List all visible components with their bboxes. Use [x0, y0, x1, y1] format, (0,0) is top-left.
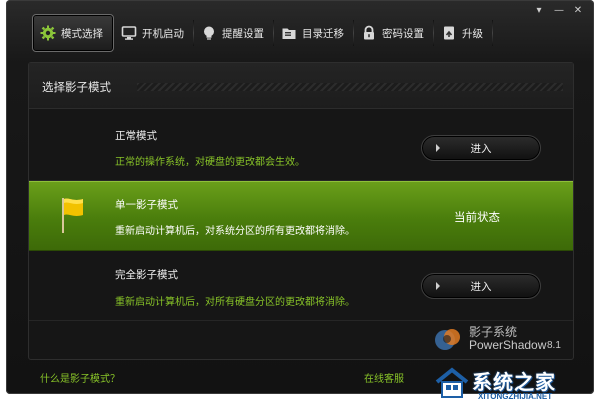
- mode-description: 重新启动计算机后，对所有硬盘分区的更改都将消除。: [115, 297, 355, 308]
- close-icon[interactable]: ✕: [572, 5, 584, 17]
- menu-icon[interactable]: ▾: [533, 5, 545, 17]
- mode-row-normal: 正常模式 正常的操作系统，对硬盘的更改都会生效。 进入: [29, 111, 573, 181]
- logo-text-en: PowerShadow: [469, 338, 547, 352]
- minimize-icon[interactable]: —: [553, 5, 565, 17]
- mode-name: 正常模式: [115, 130, 157, 142]
- panel-title: 选择影子模式: [42, 80, 111, 94]
- button-label: 进入: [470, 142, 492, 155]
- lock-icon: [360, 24, 378, 42]
- folder-icon: [280, 24, 298, 42]
- mode-name: 完全影子模式: [115, 269, 178, 281]
- tab-upgrade[interactable]: 升级: [434, 14, 493, 52]
- app-window: ▾ — ✕ 模式选择 开机启动 提醒设置 目录迁移 密码设置 升级 选择影子模式…: [6, 0, 594, 394]
- tab-label: 密码设置: [382, 27, 424, 40]
- powershadow-logo: 影子系统 PowerShadow 8.1: [431, 321, 571, 357]
- tab-bar: 模式选择 开机启动 提醒设置 目录迁移 密码设置 升级: [32, 14, 493, 52]
- watermark: 系统之家 XITONGZHIJIA.NET: [426, 362, 596, 406]
- online-support-link[interactable]: 在线客服: [364, 370, 404, 385]
- tab-password[interactable]: 密码设置: [354, 14, 434, 52]
- header-decoration: [137, 83, 563, 91]
- house-icon: [434, 366, 470, 400]
- logo-version: 8.1: [547, 340, 561, 351]
- tab-label: 目录迁移: [302, 27, 344, 40]
- enter-full-mode-button[interactable]: 进入: [421, 273, 541, 299]
- play-icon: [436, 144, 440, 152]
- tab-label: 提醒设置: [222, 27, 264, 40]
- tab-reminder[interactable]: 提醒设置: [194, 14, 274, 52]
- play-icon: [436, 282, 440, 290]
- flag-icon: [59, 196, 85, 234]
- monitor-icon: [120, 24, 138, 42]
- tab-label: 升级: [462, 27, 483, 40]
- tab-label: 开机启动: [142, 27, 184, 40]
- current-status-label: 当前状态: [454, 210, 500, 224]
- tab-mode-select[interactable]: 模式选择: [32, 14, 114, 52]
- mode-panel: 选择影子模式 正常模式 正常的操作系统，对硬盘的更改都会生效。 进入 单一影子模…: [28, 62, 574, 360]
- tab-label: 模式选择: [61, 27, 103, 40]
- gear-icon: [39, 24, 57, 42]
- mode-row-full: 完全影子模式 重新启动计算机后，对所有硬盘分区的更改都将消除。 进入: [29, 251, 573, 321]
- button-label: 进入: [470, 280, 492, 293]
- mode-description: 重新启动计算机后，对系统分区的所有更改都将消除。: [115, 226, 355, 237]
- upgrade-icon: [440, 24, 458, 42]
- mode-row-single: 单一影子模式 重新启动计算机后，对系统分区的所有更改都将消除。 当前状态: [29, 181, 573, 251]
- help-link[interactable]: 什么是影子模式？: [40, 370, 120, 385]
- tab-directory-migration[interactable]: 目录迁移: [274, 14, 354, 52]
- mode-description: 正常的操作系统，对硬盘的更改都会生效。: [115, 157, 305, 168]
- enter-normal-mode-button[interactable]: 进入: [421, 135, 541, 161]
- panel-header: 选择影子模式: [29, 63, 573, 109]
- tab-startup[interactable]: 开机启动: [114, 14, 194, 52]
- watermark-text: 系统之家: [472, 370, 556, 394]
- mode-name: 单一影子模式: [115, 199, 178, 211]
- watermark-url: XITONGZHIJIA.NET: [478, 392, 553, 401]
- tab-separator: [492, 20, 493, 46]
- bulb-icon: [200, 24, 218, 42]
- logo-mark-icon: [433, 325, 463, 353]
